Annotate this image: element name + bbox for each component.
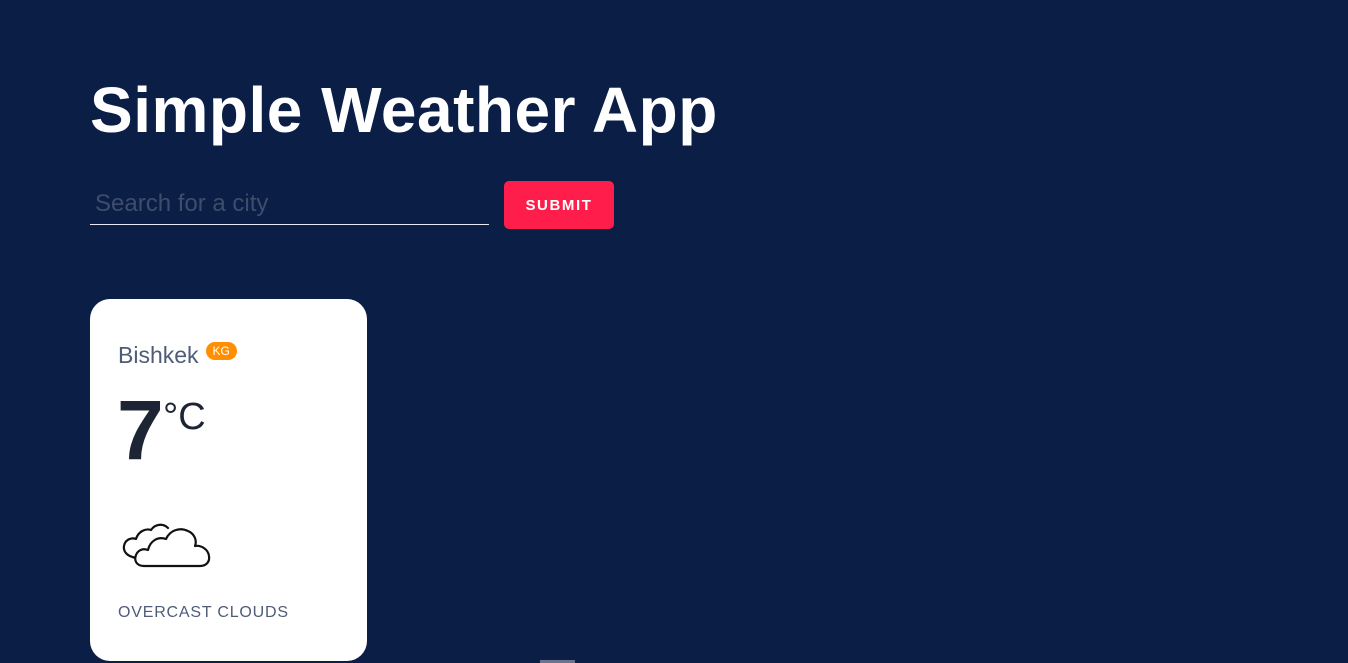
temperature-value: 7 — [117, 383, 164, 477]
temperature-unit: °C — [163, 396, 206, 438]
search-input[interactable] — [90, 181, 489, 225]
country-badge: KG — [205, 342, 237, 360]
weather-description: OVERCAST CLOUDS — [118, 604, 289, 621]
overcast-clouds-icon — [122, 523, 211, 568]
submit-button[interactable]: SUBMIT — [504, 181, 614, 229]
city-name: Bishkek — [118, 342, 199, 368]
page-title: Simple Weather App — [90, 74, 718, 146]
app-page: Simple Weather App SUBMIT Bishkek KG 7 °… — [0, 0, 1348, 663]
city-row: Bishkek KG — [118, 341, 237, 369]
search-form: SUBMIT — [90, 181, 620, 229]
